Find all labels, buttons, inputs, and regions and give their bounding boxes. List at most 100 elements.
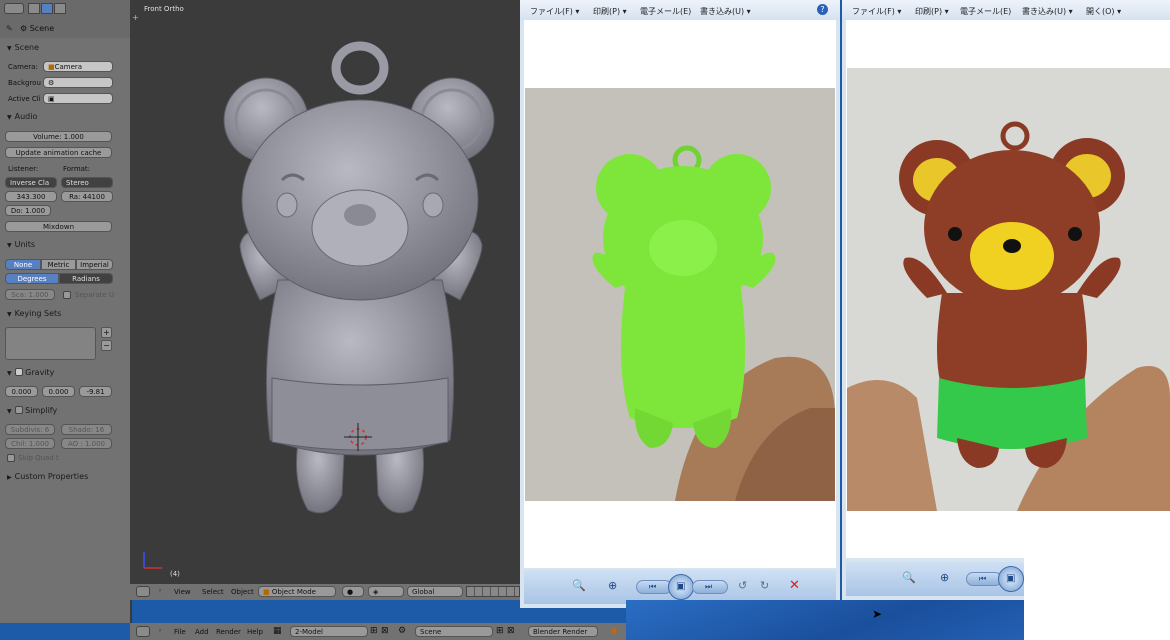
pivot-icon: ◈: [373, 588, 379, 596]
scene-section-header[interactable]: ▼ Scene: [0, 43, 128, 55]
subdivision-field[interactable]: Subdivis: 6: [5, 424, 55, 435]
viewer2-menu-print[interactable]: 印刷(P) ▾: [915, 6, 949, 17]
viewport-shading-dropdown[interactable]: ●: [342, 586, 364, 597]
viewer2-slideshow-button[interactable]: ▣: [998, 566, 1024, 592]
pin-icon[interactable]: ✎: [6, 24, 13, 33]
editor-type-button[interactable]: [4, 3, 24, 14]
menu-object[interactable]: Object: [231, 588, 254, 596]
viewer1-next-button[interactable]: ⏭: [692, 580, 728, 594]
viewer2-menu-open[interactable]: 開く(O) ▾: [1086, 6, 1121, 17]
viewer1-zoom-icon[interactable]: 🔍: [572, 579, 586, 592]
viewer1-help-icon[interactable]: ?: [817, 4, 828, 15]
remove-keying-set-icon[interactable]: −: [101, 340, 112, 351]
units-section-header[interactable]: ▼ Units: [0, 240, 128, 252]
listener-dropdown[interactable]: Inverse Cla: [5, 177, 57, 188]
viewer2-zoom-icon[interactable]: 🔍: [902, 571, 916, 584]
screen-layout-icon[interactable]: ▦: [273, 626, 282, 636]
viewer1-rotate-right-icon[interactable]: ↻: [760, 579, 769, 592]
section-title: Audio: [14, 112, 38, 121]
breadcrumb-label: Scene: [29, 24, 55, 33]
pivot-point-dropdown[interactable]: ◈: [368, 586, 404, 597]
slideshow-icon: ▣: [1006, 573, 1016, 584]
simplify-checkbox[interactable]: [14, 406, 23, 414]
menu-help[interactable]: Help: [247, 628, 263, 636]
viewer1-delete-icon[interactable]: ✕: [789, 578, 800, 593]
units-imperial-button[interactable]: Imperial: [76, 259, 113, 270]
viewport-header-bar: ◦ View Select Object ■ Object Mode ● ◈ G…: [130, 584, 522, 600]
viewer2-menu-burn[interactable]: 書き込み(U) ▾: [1022, 6, 1073, 17]
viewer1-previous-button[interactable]: ⏮: [636, 580, 672, 594]
viewer2-previous-button[interactable]: ⏮: [966, 572, 1002, 586]
child-particles-field[interactable]: Chil: 1.000: [5, 438, 55, 449]
shadow-samples-field[interactable]: Shado: 16: [61, 424, 112, 435]
world-tab-icon[interactable]: [54, 3, 66, 14]
units-metric-button[interactable]: Metric: [41, 259, 76, 270]
degrees-button[interactable]: Degrees: [5, 273, 59, 284]
background-field[interactable]: ⚙: [43, 77, 113, 88]
mode-dropdown[interactable]: ■ Object Mode: [258, 586, 336, 597]
scene-field[interactable]: Scene: [415, 626, 493, 637]
delete-scene-icon[interactable]: ⊠: [507, 626, 515, 636]
viewer2-actual-size-icon[interactable]: ⊕: [940, 571, 949, 584]
menu-view[interactable]: View: [174, 588, 191, 596]
listener-label: Listener:: [8, 165, 39, 173]
doppler-field[interactable]: Do: 1.000: [5, 205, 51, 216]
menu-collapse-icon[interactable]: ◦: [158, 627, 162, 635]
render-tab-icon[interactable]: [28, 3, 40, 14]
skip-quad-checkbox[interactable]: [7, 454, 15, 462]
speed-field[interactable]: 343.300: [5, 191, 57, 202]
add-scene-icon[interactable]: ⊞: [496, 626, 504, 636]
scene-tab-icon[interactable]: [41, 3, 53, 14]
delete-layout-icon[interactable]: ⊠: [381, 626, 389, 636]
custom-properties-section-header[interactable]: ▶ Custom Properties: [0, 472, 128, 484]
screen-layout-field[interactable]: 2-Model: [290, 626, 368, 637]
mixdown-button[interactable]: Mixdown: [5, 221, 112, 232]
menu-select[interactable]: Select: [202, 588, 224, 596]
camera-field[interactable]: ■Camera: [43, 61, 113, 72]
rate-field[interactable]: Ra: 44100: [61, 191, 113, 202]
menu-file[interactable]: File: [174, 628, 186, 636]
radians-button[interactable]: Radians: [59, 273, 113, 284]
viewer1-menu-burn[interactable]: 書き込み(U) ▾: [700, 6, 751, 17]
gravity-checkbox[interactable]: [14, 368, 23, 376]
unit-scale-field[interactable]: Sca: 1.000: [5, 289, 55, 300]
viewer2-menu-file[interactable]: ファイル(F) ▾: [852, 6, 901, 17]
menu-collapse-icon[interactable]: ◦: [158, 587, 162, 595]
toolshelf-toggle-icon[interactable]: +: [132, 13, 139, 22]
viewer1-rotate-left-icon[interactable]: ↺: [738, 579, 747, 592]
viewer2-menu-email[interactable]: 電子メール(E): [960, 6, 1011, 17]
keying-sets-section-header[interactable]: ▼ Keying Sets: [0, 309, 128, 321]
menu-add[interactable]: Add: [195, 628, 209, 636]
gravity-z-field[interactable]: -9.81: [79, 386, 112, 397]
add-layout-icon[interactable]: ⊞: [370, 626, 378, 636]
ao-sss-field[interactable]: AO : 1.000: [61, 438, 112, 449]
editor-type-icon[interactable]: [136, 586, 150, 597]
gravity-x-field[interactable]: 0.000: [5, 386, 38, 397]
separate-units-checkbox[interactable]: [63, 291, 71, 299]
render-engine-dropdown[interactable]: Blender Render: [528, 626, 598, 637]
gravity-y-field[interactable]: 0.000: [42, 386, 75, 397]
layer-buttons[interactable]: [466, 586, 520, 597]
audio-section-header[interactable]: ▼ Audio: [0, 112, 128, 124]
keying-sets-list[interactable]: [5, 327, 96, 360]
volume-field[interactable]: Volume: 1.000: [5, 131, 112, 142]
3d-viewport[interactable]: Front Ortho + (4): [130, 0, 522, 584]
viewer1-actual-size-icon[interactable]: ⊕: [608, 579, 617, 592]
scene-selector-icon[interactable]: ⚙: [398, 626, 406, 636]
gravity-section-header[interactable]: ▼ Gravity: [0, 367, 128, 379]
viewer1-menu-print[interactable]: 印刷(P) ▾: [593, 6, 627, 17]
transform-orientation-dropdown[interactable]: Global: [407, 586, 463, 597]
section-title: Simplify: [25, 406, 58, 415]
info-editor-type-icon[interactable]: [136, 626, 150, 637]
simplify-section-header[interactable]: ▼ Simplify: [0, 405, 128, 417]
section-title: Scene: [14, 43, 40, 52]
update-animation-cache-button[interactable]: Update animation cache: [5, 147, 112, 158]
add-keying-set-icon[interactable]: +: [101, 327, 112, 338]
active-clip-field[interactable]: ▣: [43, 93, 113, 104]
viewer1-menu-file[interactable]: ファイル(F) ▾: [530, 6, 579, 17]
viewer1-slideshow-button[interactable]: ▣: [668, 574, 694, 600]
units-none-button[interactable]: None: [5, 259, 41, 270]
format-dropdown[interactable]: Stereo: [61, 177, 113, 188]
viewer1-menu-email[interactable]: 電子メール(E): [640, 6, 691, 17]
menu-render[interactable]: Render: [216, 628, 241, 636]
